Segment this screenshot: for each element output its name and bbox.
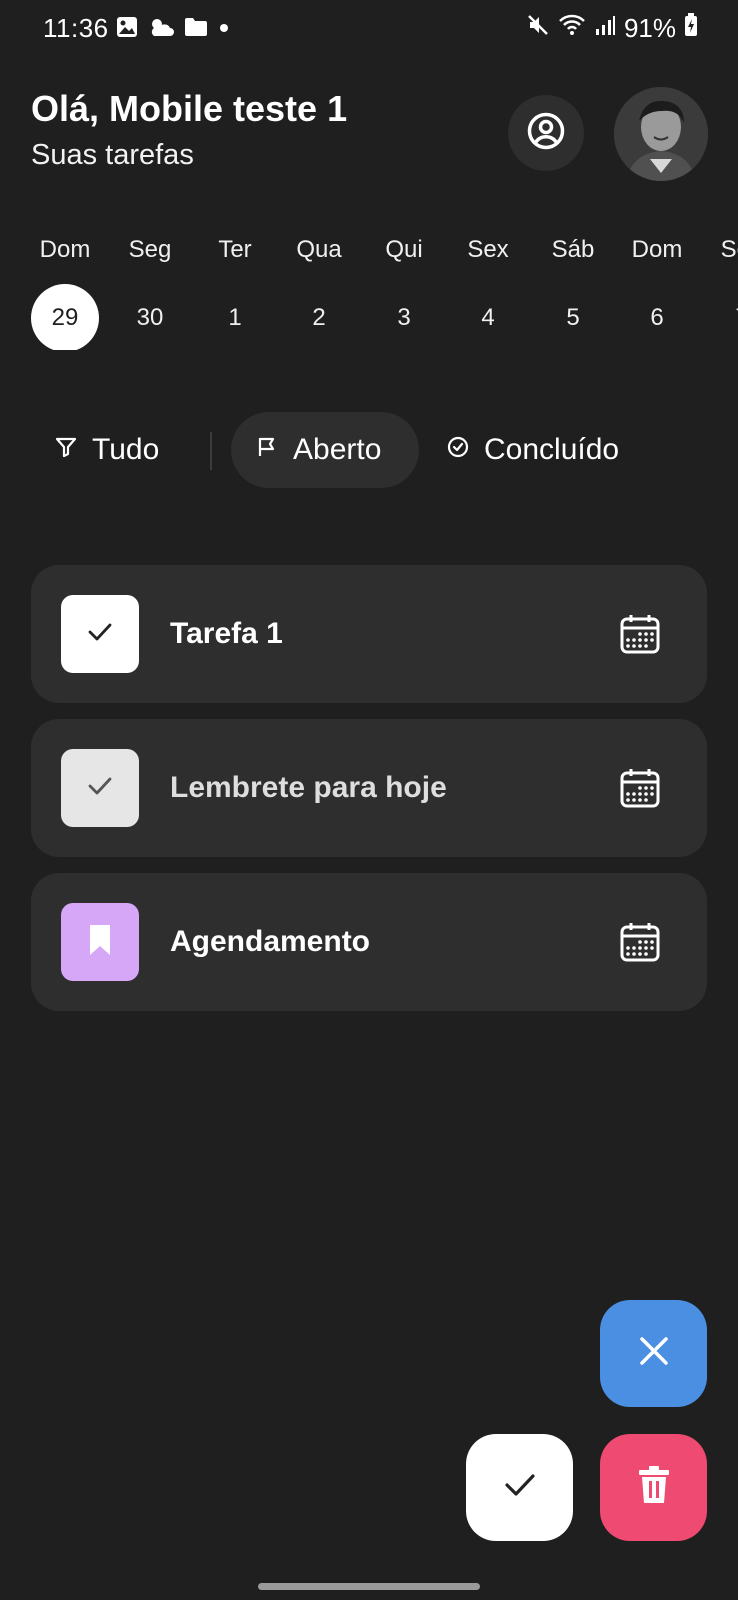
filter-all[interactable]: Tudo [30, 412, 183, 488]
status-bar: 11:36 91% [0, 0, 738, 60]
task-card[interactable]: Agendamento [31, 873, 707, 1011]
day-number: 2 [312, 304, 326, 331]
task-title: Tarefa 1 [170, 617, 283, 650]
weather-icon [148, 16, 174, 43]
close-icon [637, 1334, 671, 1373]
greeting-title: Olá, Mobile teste 1 [31, 88, 348, 129]
home-indicator[interactable] [258, 1583, 480, 1590]
day-name: Ter [218, 236, 252, 263]
day-name: Sáb [551, 236, 595, 263]
delete-fab[interactable] [600, 1434, 707, 1541]
filter-bar: Tudo Aberto Concluído [0, 412, 738, 488]
filter-done[interactable]: Concluído [422, 412, 643, 488]
avatar[interactable] [614, 87, 708, 181]
day-name: Dom [631, 236, 683, 263]
day-name: Sex [467, 236, 509, 263]
calendar-day[interactable]: Sáb 5 [533, 230, 613, 350]
battery-level: 91% [623, 13, 676, 43]
calendar-day[interactable]: Seg 30 [110, 230, 190, 350]
task-checkbox[interactable] [61, 595, 139, 673]
wifi-icon [558, 13, 586, 44]
calendar-day[interactable]: Dom 29 [25, 230, 105, 350]
close-fab[interactable] [600, 1300, 707, 1407]
calendar-day[interactable]: Dom 6 [617, 230, 697, 350]
filter-open[interactable]: Aberto [231, 412, 419, 488]
mute-icon [526, 13, 550, 44]
task-checkbox[interactable] [61, 749, 139, 827]
battery-icon [684, 13, 698, 44]
task-list: Tarefa 1 Lembrete para hoje Agendamento [31, 565, 707, 1027]
calendar-icon[interactable] [619, 767, 661, 814]
calendar-day[interactable]: Sex 4 [448, 230, 528, 350]
check-circle-icon [446, 433, 470, 467]
task-type-badge[interactable] [61, 903, 139, 981]
dot-icon [218, 21, 230, 39]
profile-button[interactable] [508, 95, 584, 171]
confirm-fab[interactable] [466, 1434, 573, 1541]
bookmark-icon [86, 923, 114, 962]
day-number: 6 [650, 304, 664, 331]
day-number: 30 [136, 304, 164, 331]
task-card[interactable]: Lembrete para hoje [31, 719, 707, 857]
trash-icon [637, 1466, 671, 1509]
signal-icon [594, 13, 616, 44]
user-circle-icon [526, 111, 566, 156]
day-number: 1 [228, 304, 242, 331]
filter-all-label: Tudo [92, 433, 160, 466]
flag-icon [255, 433, 279, 467]
day-name: Qua [296, 236, 342, 263]
filter-icon [54, 433, 78, 467]
day-number: 3 [397, 304, 411, 331]
check-icon [84, 616, 116, 653]
status-time: 11:36 [43, 13, 109, 43]
filter-divider [210, 432, 212, 470]
task-title: Agendamento [170, 925, 371, 958]
task-screen: 11:36 91% Olá, Mobile teste 1 Suas taref… [0, 0, 738, 1600]
calendar-day[interactable]: Seg 7 [702, 230, 738, 350]
image-icon [116, 16, 138, 43]
day-number: 5 [566, 304, 580, 331]
task-title: Lembrete para hoje [170, 771, 447, 804]
filter-done-label: Concluído [484, 433, 620, 466]
calendar-day[interactable]: Ter 1 [195, 230, 275, 350]
day-name: Dom [39, 236, 91, 263]
calendar-day[interactable]: Qui 3 [364, 230, 444, 350]
calendar-icon[interactable] [619, 613, 661, 660]
check-icon [84, 770, 116, 807]
day-number-selected: 29 [31, 284, 99, 350]
calendar-day[interactable]: Qua 2 [279, 230, 359, 350]
day-name: Qui [385, 236, 423, 263]
task-card[interactable]: Tarefa 1 [31, 565, 707, 703]
folder-icon [184, 17, 208, 42]
check-icon [502, 1467, 538, 1508]
calendar-icon[interactable] [619, 921, 661, 968]
day-name: Seg [128, 236, 172, 263]
day-number: 7 [708, 284, 738, 350]
filter-open-label: Aberto [293, 433, 382, 466]
day-number: 4 [481, 304, 495, 331]
greeting-subtitle: Suas tarefas [31, 139, 194, 171]
day-name: Seg [720, 236, 738, 263]
calendar-strip: Dom 29 Seg 30 Ter 1 Qua 2 Qui 3 Sex 4 Sá… [0, 230, 738, 350]
avatar-photo [614, 87, 708, 181]
